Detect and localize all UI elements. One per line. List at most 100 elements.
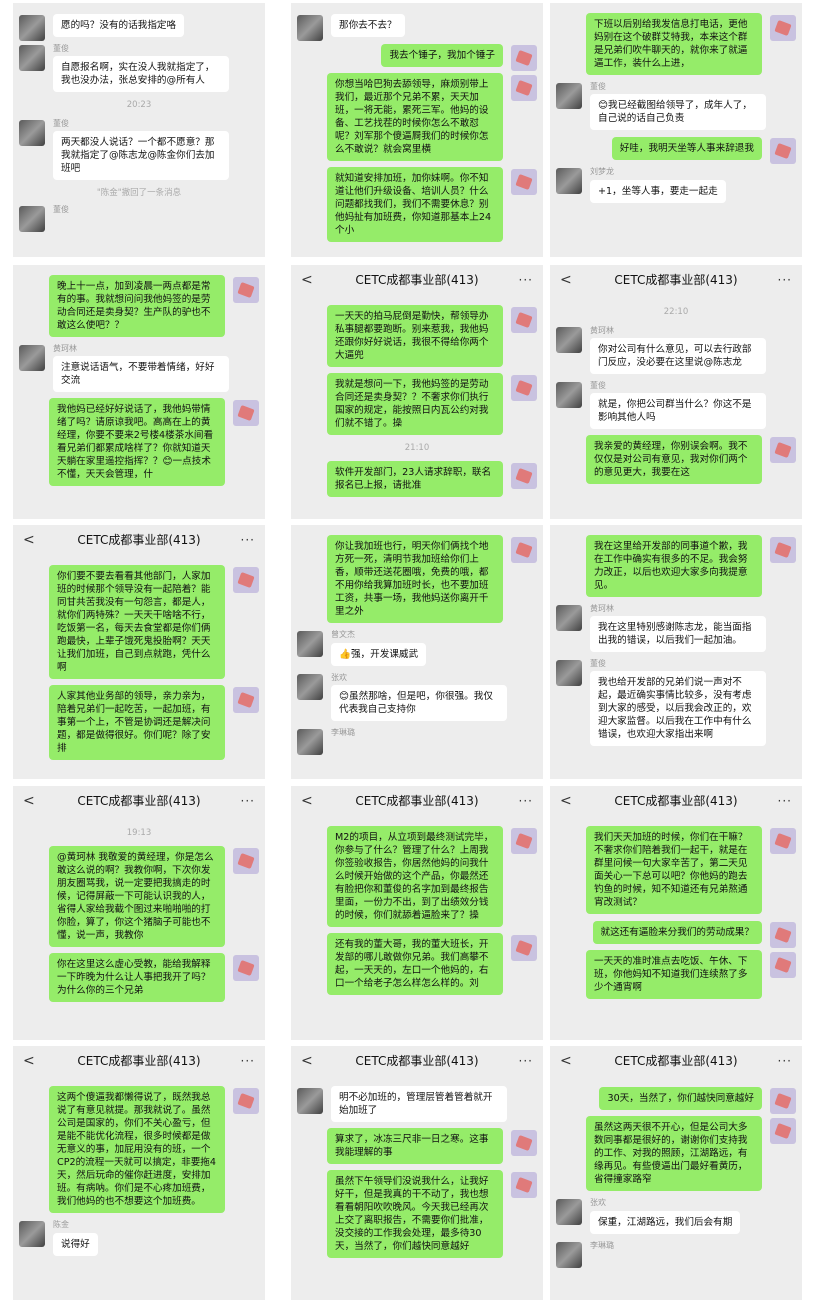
- more-options-icon[interactable]: ···: [241, 786, 255, 816]
- message-area[interactable]: 这两个傻逼我都懒得说了，既然我总说了有意见就提。那我就说了。虽然公司是国家的，你…: [13, 1076, 265, 1300]
- avatar[interactable]: [233, 277, 259, 303]
- message-area[interactable]: 那你去不去？ 我去个锤子，我加个锤子 你想当哈巴狗去舔领导，麻烦别带上我们，最近那个…: [291, 3, 543, 257]
- message-area[interactable]: 晚上十一点，加到凌晨一两点都是常有的事。我就想问问我他妈签的是劳动合同还是卖身契…: [13, 265, 265, 519]
- back-icon[interactable]: <: [560, 265, 572, 295]
- more-options-icon[interactable]: ···: [519, 786, 533, 816]
- avatar[interactable]: [770, 537, 796, 563]
- avatar[interactable]: [297, 729, 323, 755]
- back-icon[interactable]: <: [560, 1046, 572, 1076]
- avatar[interactable]: [511, 169, 537, 195]
- avatar[interactable]: [19, 1221, 45, 1247]
- message-bubble[interactable]: 😊我已经截图给领导了，成年人了，自己说的话自己负责: [590, 94, 766, 130]
- message-bubble[interactable]: 我就是想问一下，我他妈签的是劳动合同还是卖身契？？不奢求你们执行国家的规定，能按…: [327, 373, 503, 435]
- avatar[interactable]: [511, 828, 537, 854]
- avatar[interactable]: [511, 375, 537, 401]
- avatar[interactable]: [511, 75, 537, 101]
- message-bubble[interactable]: 你让我加班也行，明天你们俩找个地方死一死，清明节我加班给你们上香，顺带还送花圈哦…: [327, 535, 503, 623]
- back-icon[interactable]: <: [301, 786, 313, 816]
- message-area[interactable]: 一天天的拍马屁倒是勤快，帮领导办私事腿都要跑断。别来惹我，我他妈还跟你好好说话，…: [291, 295, 543, 519]
- avatar[interactable]: [511, 537, 537, 563]
- avatar[interactable]: [770, 437, 796, 463]
- avatar[interactable]: [556, 382, 582, 408]
- avatar[interactable]: [511, 1130, 537, 1156]
- message-bubble[interactable]: 下班以后别给我发信息打电话，更他妈别在这个破群艾特我，本来这个群是兄弟们吹牛聊天…: [586, 13, 762, 75]
- more-options-icon[interactable]: ···: [778, 1046, 792, 1076]
- message-bubble[interactable]: 一天天的准时准点去吃饭、午休、下班，你他妈知不知道我们连续熬了多少个通宵啊: [586, 950, 762, 999]
- message-area[interactable]: M2的项目，从立项到最终测试完毕，你参与了什么？管理了什么？上周我你签验收报告，…: [291, 816, 543, 1040]
- message-bubble[interactable]: 说得好: [53, 1233, 98, 1256]
- message-bubble[interactable]: 我他妈已经好好说话了，我他妈带情绪了吗？请原谅我吧。高高在上的黄经理，你要不要来…: [49, 398, 225, 486]
- avatar[interactable]: [511, 463, 537, 489]
- more-options-icon[interactable]: ···: [778, 265, 792, 295]
- back-icon[interactable]: <: [560, 786, 572, 816]
- avatar[interactable]: [297, 631, 323, 657]
- message-bubble[interactable]: 30天，当然了，你们越快同意越好: [599, 1087, 762, 1110]
- more-options-icon[interactable]: ···: [519, 1046, 533, 1076]
- avatar[interactable]: [233, 848, 259, 874]
- message-bubble[interactable]: 你对公司有什么意见，可以去行政部门反应，没必要在这里说@陈志龙: [590, 338, 766, 374]
- message-bubble[interactable]: 我亲爱的黄经理，你别误会啊。我不仅仅是对公司有意见，我对你们两个的意见更大，我要…: [586, 435, 762, 484]
- avatar[interactable]: [770, 1118, 796, 1144]
- message-bubble[interactable]: 👍强，开发课威武: [331, 643, 427, 666]
- message-bubble[interactable]: 注意说话语气，不要带着情绪，好好交流: [53, 356, 229, 392]
- message-area[interactable]: 30天，当然了，你们越快同意越好 虽然这两天很不开心，但是公司大多数同事都是很好的…: [550, 1076, 802, 1300]
- message-bubble[interactable]: 你在这里这么虚心受教，能给我解释一下昨晚为什么让人事把我开了吗？为什么你的三个兄…: [49, 953, 225, 1002]
- message-bubble[interactable]: 我在这里给开发部的同事道个歉，我在工作中确实有很多的不足。我会努力改正，以后也欢…: [586, 535, 762, 597]
- avatar[interactable]: [770, 922, 796, 948]
- message-bubble[interactable]: 好哇，我明天坐等人事来辞退我: [611, 137, 762, 160]
- message-bubble[interactable]: 那你去不去？: [331, 14, 405, 37]
- message-area[interactable]: 我在这里给开发部的同事道个歉，我在工作中确实有很多的不足。我会努力改正，以后也欢…: [550, 525, 802, 779]
- avatar[interactable]: [770, 1088, 796, 1114]
- message-bubble[interactable]: @黄珂林 我敬爱的黄经理，你是怎么敢这么说的啊？我教你啊，下次你发朋友圈骂我，说…: [49, 846, 225, 947]
- message-bubble[interactable]: 我也给开发部的兄弟们说一声对不起，最近确实事情比较多，没有考虑到大家的感受，以后…: [590, 671, 766, 746]
- avatar[interactable]: [19, 206, 45, 232]
- message-bubble[interactable]: 虽然下午领导们没说我什么，让我好好干，但是我真的干不动了，我也想看看朝阳吹吹晚风…: [327, 1170, 503, 1258]
- avatar[interactable]: [297, 674, 323, 700]
- more-options-icon[interactable]: ···: [519, 265, 533, 295]
- avatar[interactable]: [556, 83, 582, 109]
- message-bubble[interactable]: 😊虽然那啥，但是吧，你很强。我仅代表我自己支持你: [331, 685, 507, 721]
- message-area[interactable]: 22:10 黄珂林 你对公司有什么意见，可以去行政部门反应，没必要在这里说@陈志龙董…: [550, 295, 802, 519]
- message-bubble[interactable]: 这两个傻逼我都懒得说了，既然我总说了有意见就提。那我就说了。虽然公司是国家的，你…: [49, 1086, 225, 1213]
- back-icon[interactable]: <: [23, 525, 35, 555]
- avatar[interactable]: [556, 168, 582, 194]
- avatar[interactable]: [233, 567, 259, 593]
- avatar[interactable]: [770, 138, 796, 164]
- message-area[interactable]: 我们天天加班的时候，你们在干嘛？不奢求你们陪着我们一起干，就是在群里问候一句大家…: [550, 816, 802, 1040]
- avatar[interactable]: [556, 327, 582, 353]
- avatar[interactable]: [511, 307, 537, 333]
- message-bubble[interactable]: 算求了，冰冻三尺非一日之寒。这事我能理解的事: [327, 1128, 503, 1164]
- avatar[interactable]: [770, 952, 796, 978]
- back-icon[interactable]: <: [301, 265, 313, 295]
- avatar[interactable]: [297, 1088, 323, 1114]
- message-bubble[interactable]: +1，坐等人事，要走一起走: [590, 180, 726, 203]
- back-icon[interactable]: <: [23, 786, 35, 816]
- message-area[interactable]: 下班以后别给我发信息打电话，更他妈别在这个破群艾特我，本来这个群是兄弟们吹牛聊天…: [550, 3, 802, 257]
- avatar[interactable]: [770, 828, 796, 854]
- message-area[interactable]: 你让我加班也行，明天你们俩找个地方死一死，清明节我加班给你们上香，顺带还送花圈哦…: [291, 525, 543, 779]
- message-bubble[interactable]: 保重，江湖路远，我们后会有期: [590, 1211, 741, 1234]
- message-bubble[interactable]: 就是，你把公司群当什么？你这不是影响其他人吗: [590, 393, 766, 429]
- message-area[interactable]: 19:13 @黄珂林 我敬爱的黄经理，你是怎么敢这么说的啊？我教你啊，下次你发朋友…: [13, 816, 265, 1040]
- avatar[interactable]: [233, 687, 259, 713]
- message-bubble[interactable]: M2的项目，从立项到最终测试完毕，你参与了什么？管理了什么？上周我你签验收报告，…: [327, 826, 503, 927]
- message-area[interactable]: 你们要不要去看看其他部门，人家加班的时候那个领导没有一起陪着？能同甘共苦我没有一…: [13, 555, 265, 779]
- avatar[interactable]: [233, 400, 259, 426]
- avatar[interactable]: [19, 120, 45, 146]
- message-bubble[interactable]: 就这还有逼脸来分我们的劳动成果？: [592, 921, 762, 944]
- more-options-icon[interactable]: ···: [778, 786, 792, 816]
- message-bubble[interactable]: 一天天的拍马屁倒是勤快，帮领导办私事腿都要跑断。别来惹我，我他妈还跟你好好说话，…: [327, 305, 503, 367]
- message-bubble[interactable]: 你想当哈巴狗去舔领导，麻烦别带上我们，最近那个兄弟不累，天天加班，一将无能，累死…: [327, 73, 503, 161]
- avatar[interactable]: [556, 605, 582, 631]
- more-options-icon[interactable]: ···: [241, 525, 255, 555]
- message-bubble[interactable]: 我在这里特别感谢陈志龙，能当面指出我的错误，以后我们一起加油。: [590, 616, 766, 652]
- avatar[interactable]: [233, 955, 259, 981]
- message-area[interactable]: 明不必加班的，管理层管着管着就开始加班了 算求了，冰冻三尺非一日之寒。这事我能理解…: [291, 1076, 543, 1300]
- message-bubble[interactable]: 两天都没人说话？一个都不愿意？那我就指定了@陈志龙@陈金你们去加班吧: [53, 131, 229, 180]
- message-bubble[interactable]: 就知道安排加班，加你妹啊。你不知道让他们升级设备、培训人员？什么问题都找我们，我…: [327, 167, 503, 242]
- back-icon[interactable]: <: [23, 1046, 35, 1076]
- avatar[interactable]: [19, 15, 45, 41]
- avatar[interactable]: [511, 1172, 537, 1198]
- avatar[interactable]: [233, 1088, 259, 1114]
- message-area[interactable]: 愿的吗？没有的话我指定咯 董俊 自愿报名啊，实在没人我就指定了，我也没办法，张总安排…: [13, 3, 265, 257]
